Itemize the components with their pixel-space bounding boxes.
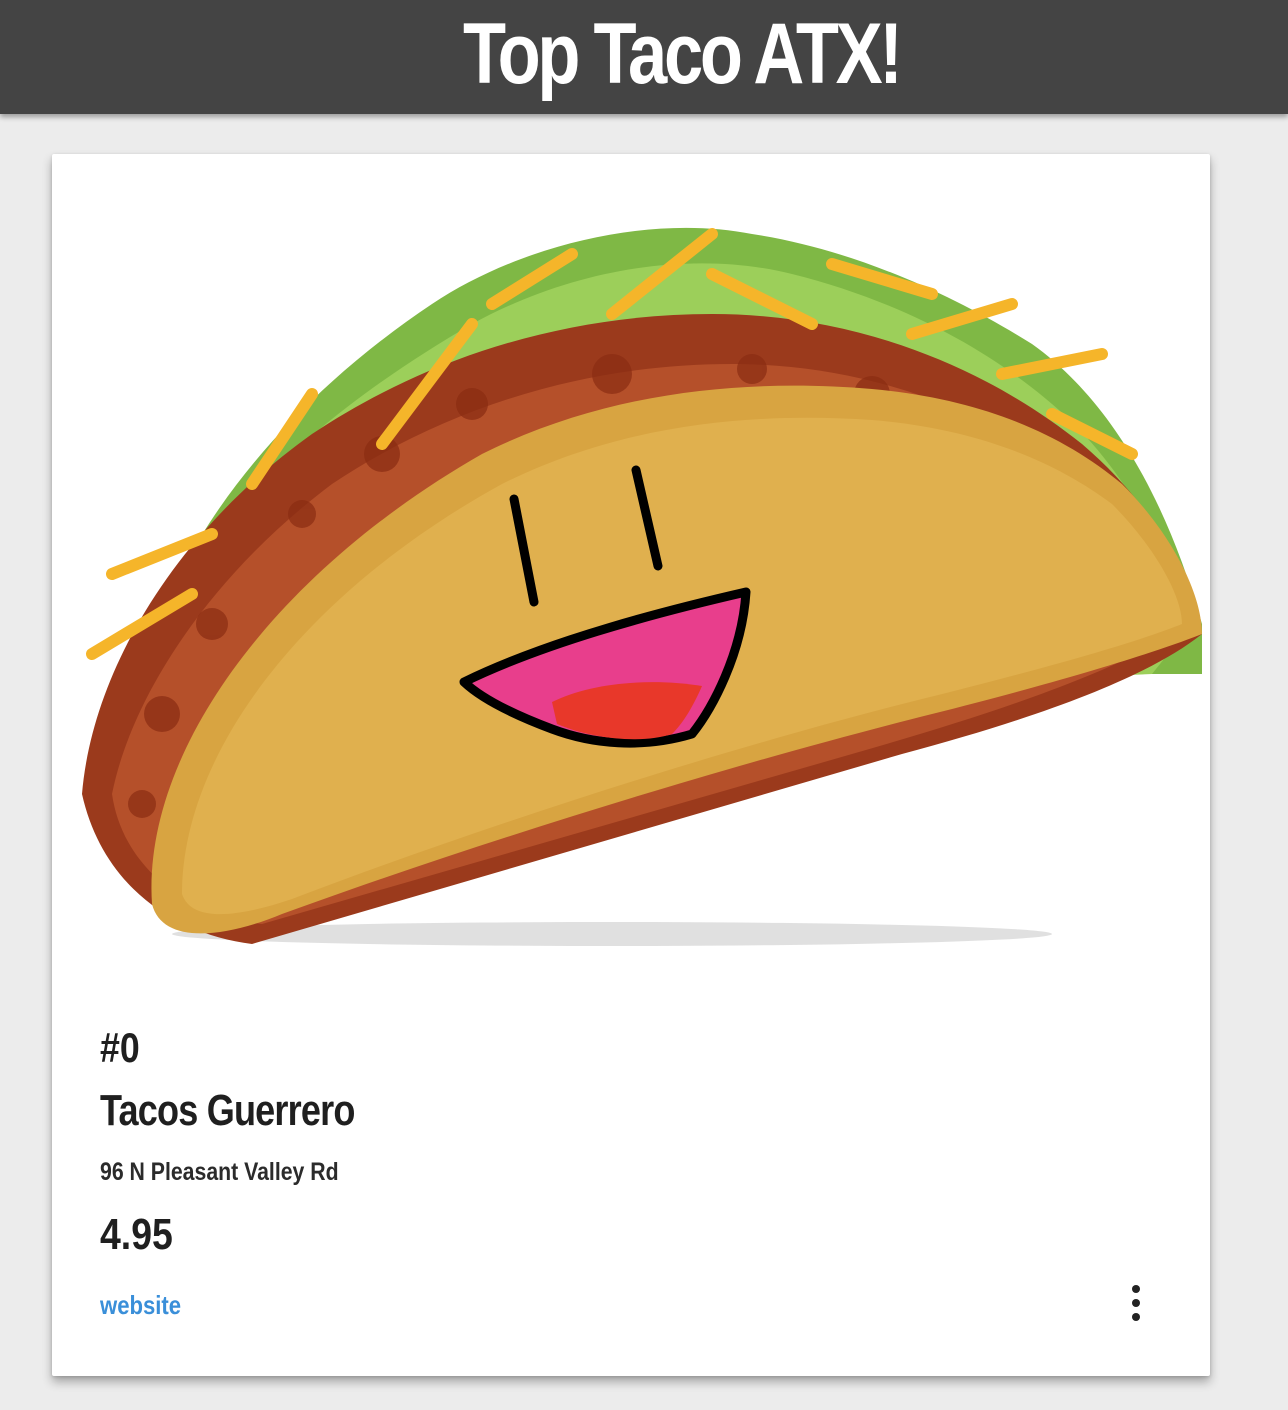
- rank-label: #0: [100, 1024, 140, 1071]
- taco-image: [82, 227, 1202, 946]
- restaurant-name: Tacos Guerrero: [100, 1086, 355, 1135]
- restaurant-address: 96 N Pleasant Valley Rd: [100, 1158, 339, 1186]
- restaurant-rating: 4.95: [100, 1210, 173, 1259]
- restaurant-card: #0 Tacos Guerrero 96 N Pleasant Valley R…: [52, 154, 1210, 1376]
- app-header: Top Taco ATX!: [0, 0, 1288, 114]
- app-title: Top Taco ATX!: [463, 6, 903, 102]
- more-options-button[interactable]: [1118, 1282, 1154, 1324]
- website-link[interactable]: website: [100, 1290, 181, 1321]
